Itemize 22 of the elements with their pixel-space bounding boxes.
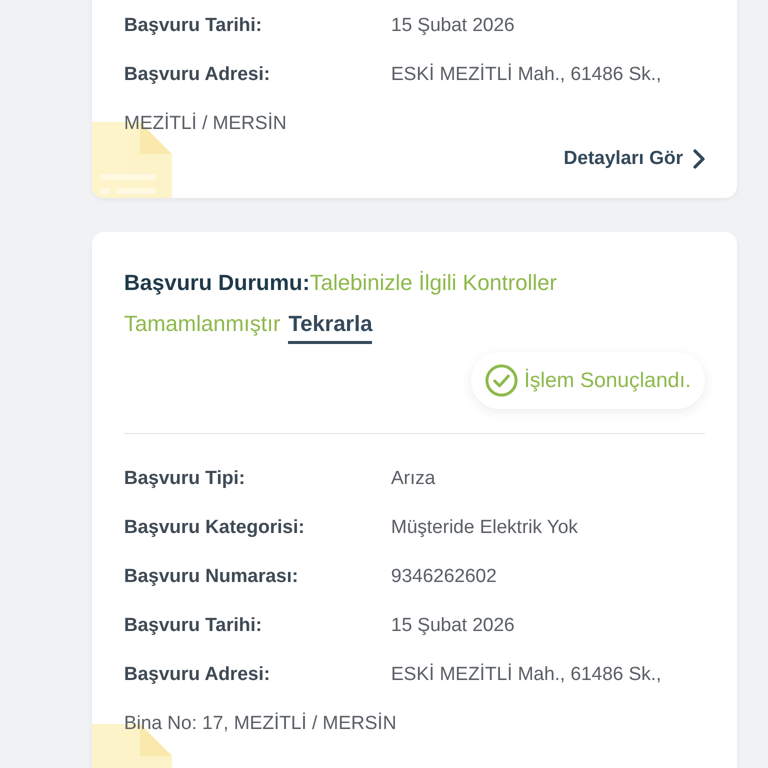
result-text: İşlem Sonuçlandı. (524, 368, 691, 392)
field-value: ESKİ MEZİTLİ Mah., 61486 Sk., (391, 664, 662, 685)
repeat-link[interactable]: Tekrarla (288, 307, 372, 344)
chevron-right-icon (693, 149, 705, 169)
field-value: Bina No: 17, MEZİTLİ / MERSİN (124, 713, 396, 734)
field-value: ESKİ MEZİTLİ Mah., 61486 Sk., (391, 64, 662, 85)
field-label: Başvuru Tarihi: (124, 614, 263, 638)
field-label: Başvuru Tipi: (124, 467, 246, 491)
field-value: 15 Şubat 2026 (391, 615, 515, 636)
field-value: MEZİTLİ / MERSİN (124, 113, 287, 134)
field-label: Başvuru Kategorisi: (124, 516, 306, 540)
field-label: Başvuru Numarası: (124, 565, 300, 589)
field-value: 9346262602 (391, 566, 497, 587)
field-label: Başvuru Adresi: (124, 663, 272, 687)
field-value: Müşteride Elektrik Yok (391, 517, 578, 538)
field-label: Başvuru Tarihi: (124, 14, 263, 38)
check-circle-icon (485, 364, 518, 397)
details-link[interactable]: Detayları Gör (564, 148, 705, 170)
status-text: Başvuru Durumu:Talebinizle İlgili Kontroller Tamamlanmıştır Tekrarla (124, 262, 644, 344)
field-value: 15 Şubat 2026 (391, 15, 515, 36)
field-label: Başvuru Adresi: (124, 63, 272, 87)
field-value: Arıza (391, 468, 436, 489)
